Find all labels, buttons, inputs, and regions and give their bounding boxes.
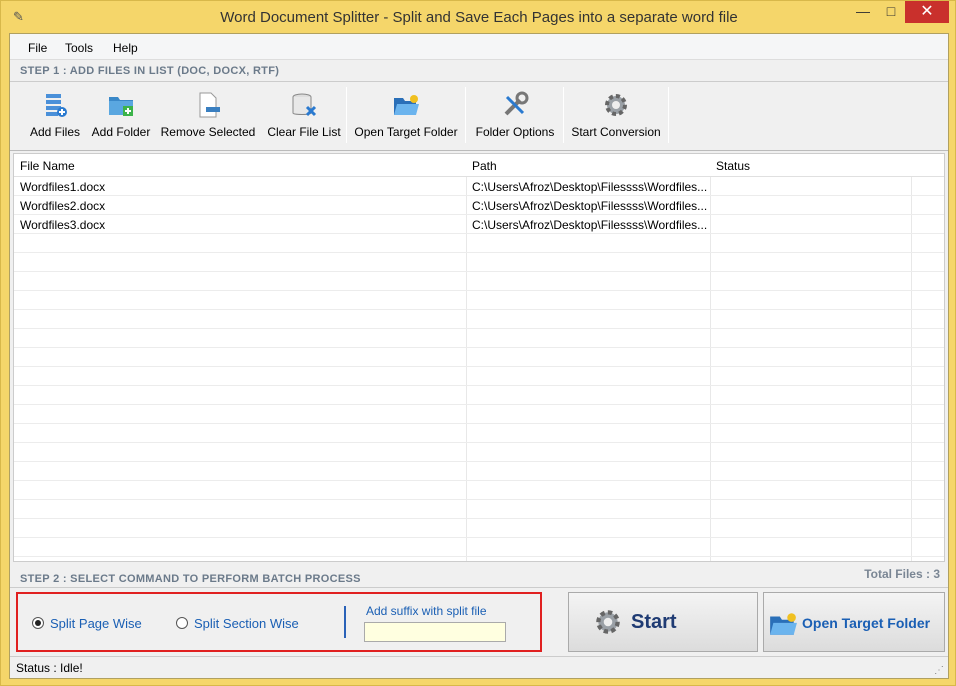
clear-file-list-button[interactable]: Clear File List bbox=[266, 87, 342, 145]
file-name-cell: Wordfiles3.docx bbox=[20, 218, 106, 232]
toolbar-separator bbox=[346, 87, 347, 143]
step1-header: STEP 1 : ADD FILES IN LIST (DOC, DOCX, R… bbox=[10, 60, 948, 82]
maximize-button[interactable]: □ bbox=[877, 1, 905, 23]
total-files-count: Total Files : 3 bbox=[864, 567, 940, 581]
grid-header: File Name Path Status bbox=[14, 154, 944, 177]
tools-icon bbox=[504, 91, 529, 116]
path-cell: C:\Users\Afroz\Desktop\Filessss\Wordfile… bbox=[472, 218, 708, 232]
add-files-icon bbox=[46, 94, 67, 117]
menu-tools[interactable]: Tools bbox=[65, 41, 93, 55]
add-folder-icon bbox=[109, 97, 133, 116]
path-cell: C:\Users\Afroz\Desktop\Filessss\Wordfile… bbox=[472, 199, 708, 213]
empty-row bbox=[14, 367, 944, 386]
window-title: Word Document Splitter - Split and Save … bbox=[220, 9, 738, 26]
gear-icon bbox=[596, 610, 620, 634]
start-button[interactable]: Start bbox=[568, 592, 758, 652]
empty-row bbox=[14, 272, 944, 291]
open-folder-icon bbox=[770, 613, 797, 635]
table-row[interactable]: Wordfiles1.docx C:\Users\Afroz\Desktop\F… bbox=[14, 177, 944, 196]
open-target-folder-button-label: Open Target Folder bbox=[802, 615, 931, 631]
table-row[interactable]: Wordfiles3.docx C:\Users\Afroz\Desktop\F… bbox=[14, 215, 944, 234]
empty-row bbox=[14, 386, 944, 405]
empty-row bbox=[14, 481, 944, 500]
open-folder-icon bbox=[394, 95, 419, 115]
split-section-wise-radio[interactable]: Split Section Wise bbox=[176, 616, 299, 631]
toolbar-separator bbox=[668, 87, 669, 143]
add-folder-button[interactable]: Add Folder bbox=[90, 87, 152, 145]
menu-help[interactable]: Help bbox=[113, 41, 138, 55]
path-cell: C:\Users\Afroz\Desktop\Filessss\Wordfile… bbox=[472, 180, 708, 194]
open-target-folder-toolbar-button[interactable]: Open Target Folder bbox=[352, 87, 460, 145]
status-bar: Status : Idle! ⋰ bbox=[10, 656, 948, 678]
suffix-input[interactable] bbox=[364, 622, 506, 642]
column-header-status[interactable]: Status bbox=[716, 159, 750, 173]
gear-icon bbox=[605, 94, 627, 116]
add-files-button[interactable]: Add Files bbox=[24, 87, 86, 145]
file-name-cell: Wordfiles1.docx bbox=[20, 180, 106, 194]
remove-document-icon bbox=[199, 92, 220, 118]
empty-row bbox=[14, 462, 944, 481]
remove-selected-button[interactable]: Remove Selected bbox=[160, 87, 256, 145]
table-row[interactable]: Wordfiles2.docx C:\Users\Afroz\Desktop\F… bbox=[14, 196, 944, 215]
step2-label: STEP 2 : SELECT COMMAND TO PERFORM BATCH… bbox=[20, 573, 361, 585]
menu-file[interactable]: File bbox=[28, 41, 47, 55]
resize-grip-icon[interactable]: ⋰ bbox=[934, 665, 944, 676]
step2-header: STEP 2 : SELECT COMMAND TO PERFORM BATCH… bbox=[10, 566, 948, 588]
start-conversion-button[interactable]: Start Conversion bbox=[568, 87, 664, 145]
toolbar: Add Files Add Folder Remove Selected Cle… bbox=[10, 83, 948, 151]
empty-row bbox=[14, 519, 944, 538]
toolbar-separator bbox=[563, 87, 564, 143]
minimize-button[interactable]: — bbox=[849, 1, 877, 23]
empty-row bbox=[14, 424, 944, 443]
column-header-file-name[interactable]: File Name bbox=[20, 159, 75, 173]
options-separator bbox=[344, 606, 346, 638]
empty-row bbox=[14, 348, 944, 367]
split-page-wise-radio[interactable]: Split Page Wise bbox=[32, 616, 142, 631]
open-target-folder-button[interactable]: Open Target Folder bbox=[763, 592, 945, 652]
folder-options-button[interactable]: Folder Options bbox=[472, 87, 558, 145]
close-button[interactable]: ✕ bbox=[905, 1, 949, 23]
clear-database-icon bbox=[292, 93, 317, 117]
split-section-wise-label: Split Section Wise bbox=[194, 616, 299, 631]
empty-row bbox=[14, 310, 944, 329]
empty-row bbox=[14, 234, 944, 253]
add-files-label: Add Files bbox=[29, 125, 81, 139]
start-button-label: Start bbox=[631, 611, 677, 633]
split-page-wise-label: Split Page Wise bbox=[50, 616, 142, 631]
file-list-grid[interactable]: File Name Path Status Wordfiles1.docx C:… bbox=[13, 153, 945, 562]
suffix-label: Add suffix with split file bbox=[366, 604, 487, 618]
empty-row bbox=[14, 500, 944, 519]
empty-row bbox=[14, 253, 944, 272]
status-text: Status : Idle! bbox=[16, 661, 83, 675]
title-bar[interactable]: ✎ Word Document Splitter - Split and Sav… bbox=[1, 1, 955, 33]
start-conversion-label: Start Conversion bbox=[571, 125, 661, 139]
empty-row bbox=[14, 538, 944, 557]
radio-selected-icon bbox=[32, 617, 44, 629]
app-window: ✎ Word Document Splitter - Split and Sav… bbox=[0, 0, 956, 686]
client-area: File Tools Help STEP 1 : ADD FILES IN LI… bbox=[9, 33, 949, 679]
folder-options-label: Folder Options bbox=[475, 125, 555, 139]
toolbar-separator bbox=[465, 87, 466, 143]
empty-row bbox=[14, 443, 944, 462]
clear-file-list-label: Clear File List bbox=[267, 125, 341, 139]
add-folder-label: Add Folder bbox=[91, 125, 151, 139]
column-header-path[interactable]: Path bbox=[472, 159, 497, 173]
split-options-panel: Split Page Wise Split Section Wise Add s… bbox=[16, 592, 542, 652]
empty-row bbox=[14, 329, 944, 348]
step1-label: STEP 1 : ADD FILES IN LIST (DOC, DOCX, R… bbox=[20, 65, 280, 77]
menu-bar: File Tools Help bbox=[10, 34, 948, 60]
radio-unselected-icon bbox=[176, 617, 188, 629]
empty-row bbox=[14, 405, 944, 424]
file-name-cell: Wordfiles2.docx bbox=[20, 199, 106, 213]
empty-row bbox=[14, 291, 944, 310]
open-target-folder-label: Open Target Folder bbox=[354, 125, 458, 139]
remove-selected-label: Remove Selected bbox=[160, 125, 256, 139]
